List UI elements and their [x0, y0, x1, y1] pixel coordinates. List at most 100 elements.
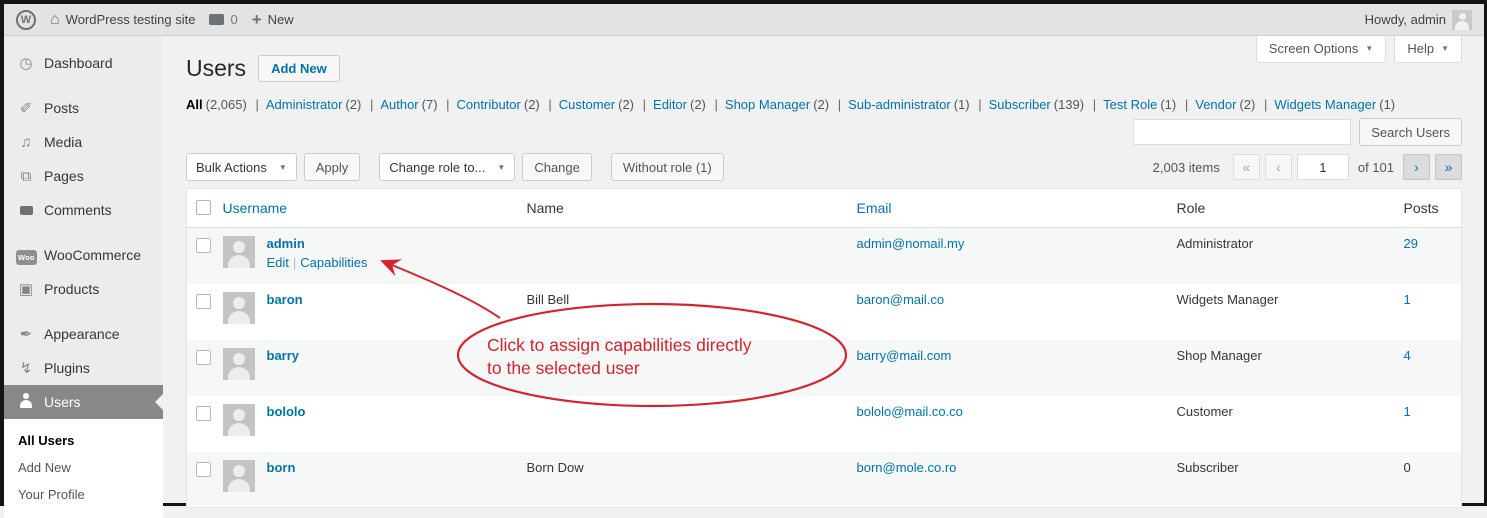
- plus-icon: [252, 11, 262, 28]
- capabilities-link[interactable]: Capabilities: [300, 255, 367, 270]
- screen-options-button[interactable]: Screen Options: [1256, 36, 1387, 63]
- column-header-email[interactable]: Email: [857, 200, 892, 216]
- filter-link[interactable]: Widgets Manager: [1274, 97, 1376, 112]
- sidebar-item-label: Comments: [44, 202, 112, 218]
- user-role: Subscriber: [1177, 452, 1392, 508]
- user-name: [527, 228, 857, 284]
- user-email-link[interactable]: admin@nomail.my: [857, 236, 965, 251]
- filter-link[interactable]: Administrator: [266, 97, 343, 112]
- user-email-link[interactable]: bololo@mail.co.co: [857, 404, 963, 419]
- previous-page-button: ‹: [1265, 154, 1292, 180]
- bulk-actions-select[interactable]: Bulk Actions: [186, 153, 297, 181]
- wordpress-logo-icon: W: [16, 10, 36, 30]
- sidebar-item-posts[interactable]: Posts: [4, 91, 163, 125]
- submenu-item-add-new[interactable]: Add New: [4, 454, 163, 481]
- search-users-button[interactable]: Search Users: [1359, 118, 1462, 146]
- box-icon: [16, 282, 36, 297]
- sidebar-item-label: Users: [44, 394, 81, 410]
- sidebar-item-label: Products: [44, 281, 99, 297]
- select-row-checkbox[interactable]: [196, 350, 211, 365]
- adminbar-comments-link[interactable]: 0: [209, 12, 237, 27]
- wordpress-admin-page: W ⌂ WordPress testing site 0 New Howdy, …: [4, 4, 1484, 503]
- page-title: Users: [186, 55, 246, 82]
- change-role-select[interactable]: Change role to...: [379, 153, 515, 181]
- wp-logo-menu[interactable]: W: [16, 10, 36, 30]
- filter-link[interactable]: Author: [380, 97, 418, 112]
- username-link[interactable]: born: [267, 460, 296, 492]
- filter-link[interactable]: Shop Manager: [725, 97, 810, 112]
- user-role: Customer: [1177, 396, 1392, 452]
- sidebar-item-label: Posts: [44, 100, 79, 116]
- posts-count-link[interactable]: 29: [1404, 236, 1418, 251]
- howdy-account-link[interactable]: Howdy, admin: [1365, 10, 1472, 30]
- help-button[interactable]: Help: [1394, 36, 1462, 63]
- submenu-item-all-users[interactable]: All Users: [4, 427, 163, 454]
- apply-button[interactable]: Apply: [304, 153, 361, 181]
- user-icon: [16, 393, 36, 411]
- without-role-button[interactable]: Without role (1): [611, 153, 724, 181]
- sidebar-item-users[interactable]: Users: [4, 385, 163, 419]
- plugin-icon: [16, 361, 36, 376]
- filter-link[interactable]: Editor: [653, 97, 687, 112]
- select-row-checkbox[interactable]: [196, 294, 211, 309]
- search-users-input[interactable]: [1133, 119, 1351, 145]
- comment-bubble-icon: [209, 14, 224, 25]
- admin-bar: W ⌂ WordPress testing site 0 New Howdy, …: [4, 4, 1484, 36]
- table-row: born Born Dow born@mole.co.ro Subscriber…: [187, 452, 1462, 508]
- user-name: [527, 340, 857, 396]
- avatar: [223, 404, 255, 436]
- site-name-link[interactable]: ⌂ WordPress testing site: [50, 12, 195, 28]
- filter-link[interactable]: Contributor: [457, 97, 521, 112]
- new-label: New: [268, 12, 294, 27]
- posts-count-link[interactable]: 1: [1404, 404, 1411, 419]
- items-count: 2,003 items: [1153, 160, 1220, 175]
- pagination: 2,003 items « ‹ of 101 › »: [1153, 154, 1462, 180]
- username-link[interactable]: baron: [267, 292, 303, 324]
- sidebar-item-pages[interactable]: Pages: [4, 159, 163, 193]
- sidebar-item-woocommerce[interactable]: Woo WooCommerce: [4, 238, 163, 272]
- user-email-link[interactable]: born@mole.co.ro: [857, 460, 957, 475]
- avatar: [223, 236, 255, 268]
- filter-link[interactable]: Vendor: [1195, 97, 1236, 112]
- avatar: [223, 460, 255, 492]
- pages-icon: [16, 169, 36, 184]
- filter-link[interactable]: All: [186, 97, 203, 112]
- sidebar-item-dashboard[interactable]: Dashboard: [4, 46, 163, 80]
- column-header-username[interactable]: Username: [223, 200, 288, 216]
- user-role: Administrator: [1177, 228, 1392, 284]
- username-link[interactable]: bololo: [267, 404, 306, 436]
- select-row-checkbox[interactable]: [196, 406, 211, 421]
- submenu-item-your-profile[interactable]: Your Profile: [4, 481, 163, 508]
- action-separator: |: [293, 255, 296, 270]
- sidebar-item-plugins[interactable]: Plugins: [4, 351, 163, 385]
- sidebar-item-products[interactable]: Products: [4, 272, 163, 306]
- posts-count: 0: [1404, 460, 1411, 475]
- last-page-button[interactable]: »: [1435, 154, 1462, 180]
- posts-count-link[interactable]: 1: [1404, 292, 1411, 307]
- filter-link[interactable]: Sub-administrator: [848, 97, 951, 112]
- user-email-link[interactable]: baron@mail.co: [857, 292, 945, 307]
- sidebar-item-comments[interactable]: Comments: [4, 193, 163, 227]
- sidebar-item-media[interactable]: Media: [4, 125, 163, 159]
- select-all-checkbox[interactable]: [196, 200, 211, 215]
- sidebar-item-appearance[interactable]: Appearance: [4, 317, 163, 351]
- username-link[interactable]: admin: [267, 236, 305, 251]
- filter-link[interactable]: Test Role: [1103, 97, 1157, 112]
- sidebar-item-label: Pages: [44, 168, 84, 184]
- username-link[interactable]: barry: [267, 348, 300, 380]
- posts-count-link[interactable]: 4: [1404, 348, 1411, 363]
- next-page-button[interactable]: ›: [1403, 154, 1430, 180]
- edit-link[interactable]: Edit: [267, 255, 289, 270]
- sidebar-item-label: Plugins: [44, 360, 90, 376]
- adminbar-new-link[interactable]: New: [252, 11, 294, 28]
- current-page-input[interactable]: [1297, 154, 1349, 180]
- add-new-button[interactable]: Add New: [258, 55, 340, 82]
- change-button[interactable]: Change: [522, 153, 592, 181]
- filter-link[interactable]: Subscriber: [989, 97, 1051, 112]
- column-header-name: Name: [527, 189, 857, 228]
- select-row-checkbox[interactable]: [196, 238, 211, 253]
- select-row-checkbox[interactable]: [196, 462, 211, 477]
- user-email-link[interactable]: barry@mail.com: [857, 348, 952, 363]
- table-row: admin Edit|Capabilities admin@nomail.my …: [187, 228, 1462, 284]
- filter-link[interactable]: Customer: [559, 97, 615, 112]
